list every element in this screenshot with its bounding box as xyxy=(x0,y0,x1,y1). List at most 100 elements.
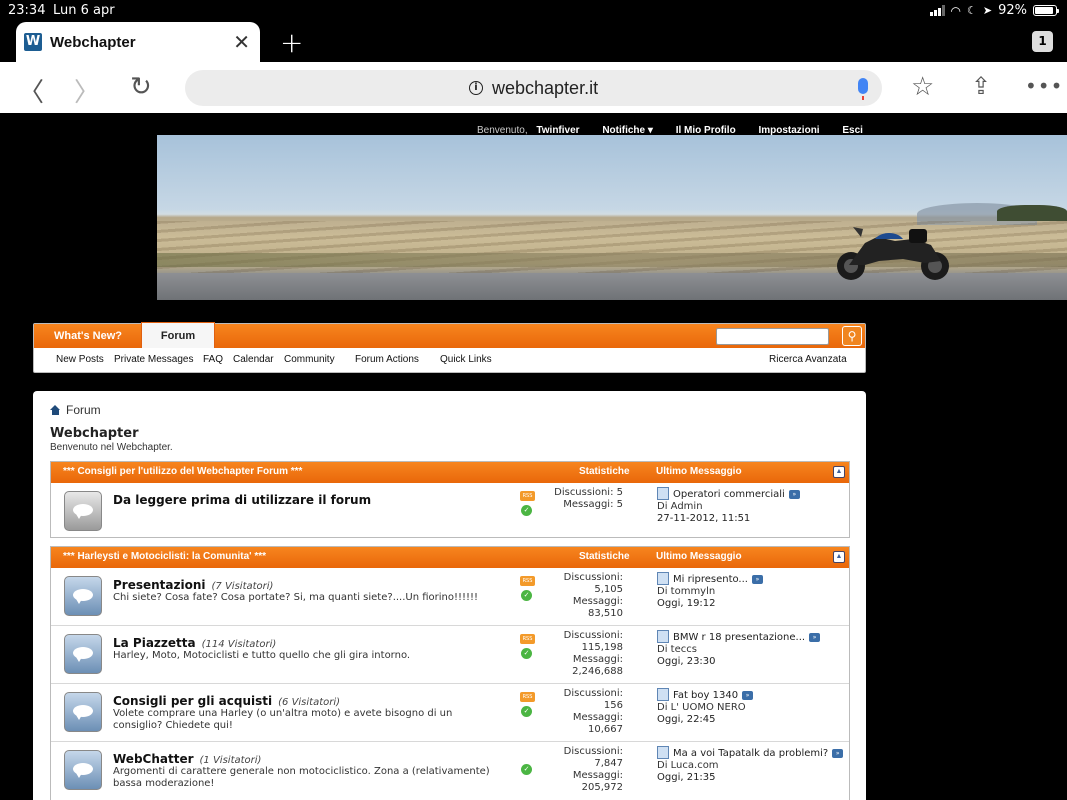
last-post-time: Oggi, 23:30 xyxy=(657,656,716,667)
forum-status-icon xyxy=(64,692,102,732)
last-post: Fat boy 1340 » Di L' UOMO NERO Oggi, 22:4… xyxy=(657,688,847,726)
last-post: Ma a voi Tapatalk da problemi? » Di Luca.… xyxy=(657,746,847,784)
url-text: webchapter.it xyxy=(492,78,599,98)
forum-section: *** Harleysti e Motociclisti: la Comunit… xyxy=(50,546,850,800)
last-post-time: Oggi, 21:35 xyxy=(657,772,716,783)
nav-faq[interactable]: FAQ xyxy=(203,354,223,365)
post-icon xyxy=(657,688,669,701)
last-post-author[interactable]: Di tommyln xyxy=(657,586,847,598)
search-input[interactable] xyxy=(716,328,829,345)
tab-whats-new[interactable]: What's New? xyxy=(54,330,122,342)
nav-forum-actions[interactable]: Forum Actions xyxy=(355,354,419,365)
forum-row: Consigli per gli acquisti (6 Visitatori) … xyxy=(51,684,849,742)
go-to-post-icon[interactable]: » xyxy=(809,633,821,642)
last-post-link[interactable]: Ma a voi Tapatalk da problemi? xyxy=(673,748,828,759)
signal-icon xyxy=(929,5,945,16)
forum-name-link[interactable]: Consigli per gli acquisti (6 Visitatori) xyxy=(113,694,340,708)
check-icon[interactable]: ✓ xyxy=(521,505,532,516)
close-tab-icon[interactable]: ✕ xyxy=(233,30,250,54)
last-post-time: 27-11-2012, 11:51 xyxy=(657,513,751,524)
rss-icon[interactable]: RSS xyxy=(520,634,535,644)
reload-icon[interactable]: ↻ xyxy=(130,72,152,102)
header-banner-image xyxy=(157,135,1067,300)
chevron-right-icon[interactable]: 〉 xyxy=(74,72,100,109)
section-title[interactable]: *** Harleysti e Motociclisti: la Comunit… xyxy=(63,551,266,562)
forum-status-icon xyxy=(64,491,102,531)
tab-title: Webchapter xyxy=(50,34,136,51)
forum-navbar: What's New? Forum ⚲ New Posts Private Me… xyxy=(33,322,866,373)
last-post-link[interactable]: BMW r 18 presentazione... xyxy=(673,632,805,643)
forum-stats: Discussioni: 5 Messaggi: 5 xyxy=(554,487,623,510)
viewer-count: (7 Visitatori) xyxy=(211,581,274,592)
forum-stats: Discussioni: 5,105 Messaggi: 83,510 xyxy=(563,572,623,619)
check-icon[interactable]: ✓ xyxy=(521,706,532,717)
go-to-post-icon[interactable]: » xyxy=(742,691,754,700)
nav-calendar[interactable]: Calendar xyxy=(233,354,274,365)
status-time: 23:34 xyxy=(8,3,46,18)
section-title[interactable]: *** Consigli per l'utilizzo del Webchapt… xyxy=(63,466,302,477)
last-post-link[interactable]: Mi ripresento... xyxy=(673,574,748,585)
home-icon[interactable] xyxy=(50,405,61,415)
breadcrumb-forum-link[interactable]: Forum xyxy=(66,403,101,417)
battery-percent: 92% xyxy=(998,3,1027,18)
nav-new-posts[interactable]: New Posts xyxy=(56,354,104,365)
search-icon[interactable]: ⚲ xyxy=(842,326,862,346)
last-post-author[interactable]: Di L' UOMO NERO xyxy=(657,702,847,714)
info-icon[interactable]: i xyxy=(469,81,483,95)
forum-content: Forum Webchapter Benvenuto nel Webchapte… xyxy=(33,391,866,800)
go-to-post-icon[interactable]: » xyxy=(751,575,763,584)
go-to-post-icon[interactable]: » xyxy=(788,490,800,499)
last-post: Operatori commerciali» Di Admin 27-11-20… xyxy=(657,487,847,525)
motorcycle-illustration xyxy=(837,227,949,280)
forum-name-link[interactable]: Presentazioni (7 Visitatori) xyxy=(113,578,273,592)
last-post: BMW r 18 presentazione... » Di teccs Oggi… xyxy=(657,630,847,668)
tab-count-button[interactable]: 1 xyxy=(1032,31,1053,52)
check-icon[interactable]: ✓ xyxy=(521,590,532,601)
new-tab-icon[interactable]: + xyxy=(280,26,303,59)
rss-icon[interactable]: RSS xyxy=(520,692,535,702)
page-viewport: Benvenuto, Twinfiver Notifiche ▾ Il Mio … xyxy=(0,113,1067,800)
last-post-author[interactable]: Di Admin xyxy=(657,501,847,513)
favicon-icon: W xyxy=(24,33,42,51)
rss-icon[interactable]: RSS xyxy=(520,491,535,501)
last-post-author[interactable]: Di teccs xyxy=(657,644,847,656)
forum-status-icon xyxy=(64,634,102,674)
nav-private-messages[interactable]: Private Messages xyxy=(114,354,193,365)
forum-name-link[interactable]: La Piazzetta (114 Visitatori) xyxy=(113,636,276,650)
star-icon[interactable]: ☆ xyxy=(911,72,934,102)
forum-name-link[interactable]: Da leggere prima di utilizzare il forum xyxy=(113,493,371,507)
forum-description: Harley, Moto, Motociclisti e tutto quell… xyxy=(113,650,411,661)
check-icon[interactable]: ✓ xyxy=(521,648,532,659)
stats-header: Statistiche xyxy=(579,551,630,562)
status-indicators: ◠ ☾ ➤ 92% xyxy=(929,3,1059,18)
forum-stats: Discussioni: 156 Messaggi: 10,667 xyxy=(563,688,623,735)
collapse-icon[interactable]: ▲ xyxy=(833,466,845,478)
last-post-link[interactable]: Operatori commerciali xyxy=(673,489,785,500)
forum-status-icon xyxy=(64,576,102,616)
browser-toolbar: 〈 〉 ↻ i webchapter.it ☆ ⇪ ••• xyxy=(0,62,1067,113)
microphone-icon[interactable] xyxy=(858,78,868,100)
forum-status-icon xyxy=(64,750,102,790)
browser-tab[interactable]: W Webchapter ✕ xyxy=(16,22,260,62)
nav-advanced-search[interactable]: Ricerca Avanzata xyxy=(769,354,847,365)
share-icon[interactable]: ⇪ xyxy=(971,72,991,100)
collapse-icon[interactable]: ▲ xyxy=(833,551,845,563)
forum-section: *** Consigli per l'utilizzo del Webchapt… xyxy=(50,461,850,538)
address-bar[interactable]: i webchapter.it xyxy=(185,70,882,106)
last-post-author[interactable]: Di Luca.com xyxy=(657,760,847,772)
go-to-post-icon[interactable]: » xyxy=(832,749,844,758)
last-post: Mi ripresento...» Di tommyln Oggi, 19:12 xyxy=(657,572,847,610)
check-icon[interactable]: ✓ xyxy=(521,764,532,775)
nav-community[interactable]: Community xyxy=(284,354,335,365)
chevron-left-icon[interactable]: 〈 xyxy=(18,72,44,109)
battery-icon xyxy=(1033,5,1059,16)
forum-name-link[interactable]: WebChatter (1 Visitatori) xyxy=(113,752,261,766)
tab-forum[interactable]: Forum xyxy=(141,322,215,348)
location-icon: ➤ xyxy=(982,4,993,17)
more-icon[interactable]: ••• xyxy=(1025,74,1063,98)
nav-quick-links[interactable]: Quick Links xyxy=(440,354,492,365)
stats-header: Statistiche xyxy=(579,466,630,477)
tab-bar: W Webchapter ✕ + 1 xyxy=(0,22,1067,62)
rss-icon[interactable]: RSS xyxy=(520,576,535,586)
last-post-link[interactable]: Fat boy 1340 xyxy=(673,690,738,701)
